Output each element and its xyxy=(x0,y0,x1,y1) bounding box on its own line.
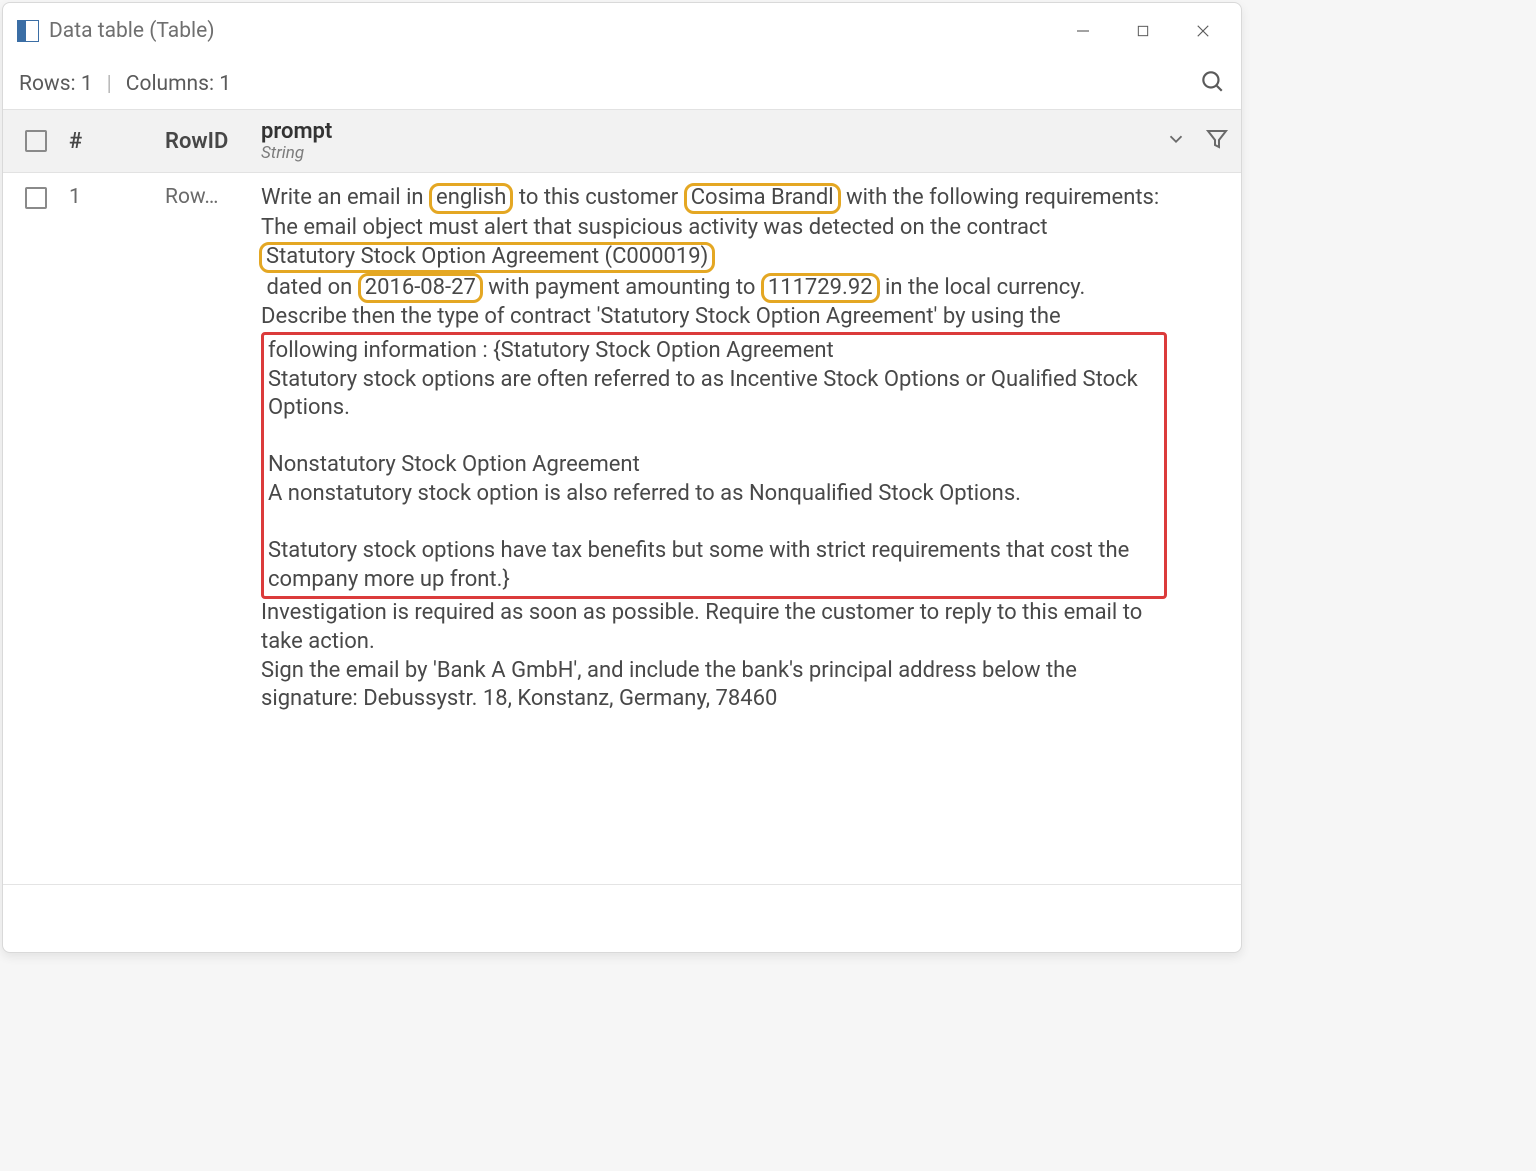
title-bar: Data table (Table) xyxy=(3,3,1241,59)
rows-value: 1 xyxy=(81,72,93,96)
column-header-index[interactable]: # xyxy=(69,129,165,154)
table-info-bar: Rows: 1 | Columns: 1 xyxy=(3,59,1241,109)
highlight-customer: Cosima Brandl xyxy=(684,183,841,214)
column-header-rowid[interactable]: RowID xyxy=(165,129,261,154)
highlight-amount: 111729.92 xyxy=(761,273,880,304)
chevron-down-icon[interactable] xyxy=(1165,128,1187,154)
close-button[interactable] xyxy=(1173,10,1233,52)
table-row: 1 Row… Write an email in english to this… xyxy=(3,173,1241,714)
app-icon xyxy=(17,20,39,42)
column-header-prompt[interactable]: prompt String xyxy=(261,119,332,164)
maximize-button[interactable] xyxy=(1113,10,1173,52)
highlight-contract: Statutory Stock Option Agreement (C00001… xyxy=(259,242,715,273)
table-header-row: # RowID prompt String xyxy=(3,109,1241,173)
footer-area xyxy=(3,884,1241,952)
row-id: Row… xyxy=(165,183,261,209)
select-all-checkbox[interactable] xyxy=(25,130,47,152)
rows-label: Rows: xyxy=(19,72,76,96)
highlight-block: following information : {Statutory Stock… xyxy=(261,332,1167,599)
cell-prompt[interactable]: Write an email in english to this custom… xyxy=(261,183,1191,714)
filter-icon[interactable] xyxy=(1205,127,1229,155)
window-title: Data table (Table) xyxy=(49,19,215,43)
row-index: 1 xyxy=(69,183,165,209)
app-window: Data table (Table) Rows: 1 | Columns: 1 … xyxy=(2,2,1242,953)
columns-value: 1 xyxy=(219,72,231,96)
column-name: prompt xyxy=(261,119,332,144)
minimize-button[interactable] xyxy=(1053,10,1113,52)
row-checkbox[interactable] xyxy=(25,187,47,209)
column-type: String xyxy=(261,144,332,164)
info-sep: | xyxy=(107,72,112,96)
search-icon[interactable] xyxy=(1199,68,1225,100)
highlight-date: 2016-08-27 xyxy=(358,273,483,304)
highlight-language: english xyxy=(429,183,513,214)
columns-label: Columns: xyxy=(126,72,214,96)
